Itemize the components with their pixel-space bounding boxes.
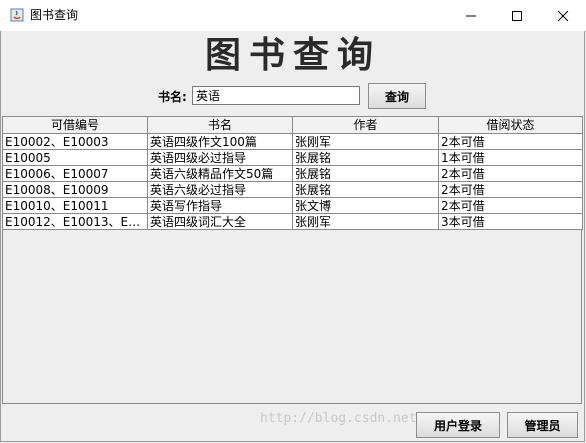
book-name-label: 书名: bbox=[158, 90, 187, 104]
cell-title: 英语写作指导 bbox=[147, 197, 293, 214]
admin-button[interactable]: 管理员 bbox=[507, 412, 578, 438]
table-row[interactable]: E10012、E10013、E10014 英语四级词汇大全 张刚军 3本可借 bbox=[2, 213, 583, 230]
close-icon bbox=[557, 10, 569, 21]
cell-author: 张展铭 bbox=[292, 181, 439, 198]
results-table: 可借编号 书名 作者 借阅状态 E10002、E10003 英语四级作文100篇… bbox=[2, 116, 583, 230]
minimize-button[interactable] bbox=[448, 0, 494, 31]
cell-status: 2本可借 bbox=[438, 181, 583, 198]
column-header-id[interactable]: 可借编号 bbox=[2, 116, 148, 134]
table-row[interactable]: E10008、E10009 英语六级必过指导 张展铭 2本可借 bbox=[2, 181, 583, 198]
cell-status: 2本可借 bbox=[438, 165, 583, 182]
watermark-text: http://blog.csdn.net/ bbox=[260, 411, 425, 426]
column-header-status[interactable]: 借阅状态 bbox=[438, 116, 583, 134]
cell-title: 英语四级词汇大全 bbox=[147, 213, 293, 230]
title-bar: 图书查询 bbox=[0, 0, 586, 31]
maximize-icon bbox=[512, 10, 522, 21]
cell-status: 3本可借 bbox=[438, 213, 583, 230]
maximize-button[interactable] bbox=[494, 0, 540, 31]
book-name-input[interactable] bbox=[192, 86, 360, 105]
cell-id: E10002、E10003 bbox=[2, 133, 148, 150]
table-header-row: 可借编号 书名 作者 借阅状态 bbox=[2, 116, 583, 134]
column-header-author[interactable]: 作者 bbox=[292, 116, 439, 134]
column-header-title[interactable]: 书名 bbox=[147, 116, 293, 134]
cell-status: 2本可借 bbox=[438, 133, 583, 150]
table-row[interactable]: E10006、E10007 英语六级精品作文50篇 张展铭 2本可借 bbox=[2, 165, 583, 182]
cell-id: E10012、E10013、E10014 bbox=[2, 213, 148, 230]
cell-title: 英语四级必过指导 bbox=[147, 149, 293, 166]
cell-id: E10005 bbox=[2, 149, 148, 166]
table-row[interactable]: E10002、E10003 英语四级作文100篇 张刚军 2本可借 bbox=[2, 133, 583, 150]
query-button[interactable]: 查询 bbox=[368, 83, 426, 109]
cell-title: 英语六级必过指导 bbox=[147, 181, 293, 198]
cell-author: 张刚军 bbox=[292, 213, 439, 230]
results-table-area[interactable]: 可借编号 书名 作者 借阅状态 E10002、E10003 英语四级作文100篇… bbox=[2, 116, 583, 404]
cell-status: 1本可借 bbox=[438, 149, 583, 166]
cell-id: E10010、E10011 bbox=[2, 197, 148, 214]
close-button[interactable] bbox=[540, 0, 586, 31]
cell-id: E10006、E10007 bbox=[2, 165, 148, 182]
cell-title: 英语六级精品作文50篇 bbox=[147, 165, 293, 182]
user-login-button[interactable]: 用户登录 bbox=[416, 412, 500, 438]
cell-author: 张展铭 bbox=[292, 165, 439, 182]
cell-author: 张展铭 bbox=[292, 149, 439, 166]
minimize-icon bbox=[466, 15, 476, 16]
java-app-icon bbox=[10, 8, 24, 22]
page-heading: 图书查询 bbox=[204, 34, 381, 76]
cell-id: E10008、E10009 bbox=[2, 181, 148, 198]
cell-status: 2本可借 bbox=[438, 197, 583, 214]
cell-author: 张刚军 bbox=[292, 133, 439, 150]
window-title: 图书查询 bbox=[30, 8, 79, 22]
cell-title: 英语四级作文100篇 bbox=[147, 133, 293, 150]
table-row[interactable]: E10010、E10011 英语写作指导 张文博 2本可借 bbox=[2, 197, 583, 214]
cell-author: 张文博 bbox=[292, 197, 439, 214]
table-row[interactable]: E10005 英语四级必过指导 张展铭 1本可借 bbox=[2, 149, 583, 166]
